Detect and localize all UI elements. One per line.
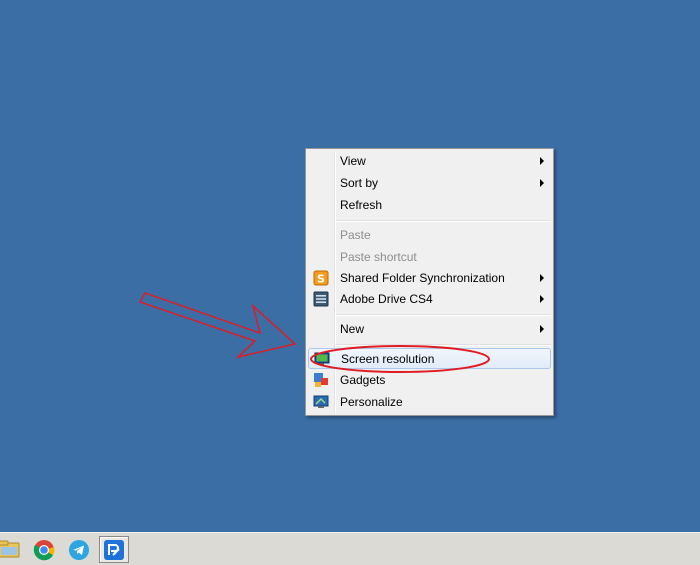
submenu-arrow-icon — [540, 295, 544, 303]
menu-item-paste[interactable]: Paste — [308, 225, 551, 246]
menu-item-adobe-drive[interactable]: Adobe Drive CS4 — [308, 289, 551, 310]
menu-item-new[interactable]: New — [308, 319, 551, 340]
taskbar-chrome-button[interactable] — [29, 536, 59, 563]
taskbar-explorer-button[interactable] — [0, 536, 24, 563]
menu-item-label: Shared Folder Synchronization — [340, 271, 505, 285]
menu-item-personalize[interactable]: Personalize — [308, 392, 551, 413]
menu-item-sort-by[interactable]: Sort by — [308, 173, 551, 194]
desktop-context-menu: View Sort by Refresh Paste Paste shortcu… — [305, 148, 554, 416]
menu-item-label: View — [340, 154, 366, 168]
menu-item-view[interactable]: View — [308, 151, 551, 172]
pinned-app-icon — [104, 540, 124, 560]
menu-item-gadgets[interactable]: Gadgets — [308, 370, 551, 391]
menu-separator — [336, 344, 551, 346]
screen-resolution-icon — [314, 352, 330, 365]
gadgets-icon — [314, 373, 328, 387]
file-explorer-icon — [0, 540, 20, 558]
adobe-drive-icon — [313, 291, 329, 307]
menu-item-label: Paste — [340, 228, 371, 242]
menu-separator — [336, 220, 551, 222]
menu-item-label: Paste shortcut — [340, 250, 417, 264]
taskbar-telegram-button[interactable] — [64, 536, 94, 563]
submenu-arrow-icon — [540, 325, 544, 333]
menu-item-label: Sort by — [340, 176, 379, 190]
menu-item-label: Screen resolution — [341, 352, 435, 366]
menu-item-shared-folder-sync[interactable]: S Shared Folder Synchronization — [308, 268, 551, 289]
menu-item-paste-shortcut[interactable]: Paste shortcut — [308, 247, 551, 268]
shared-folder-sync-icon: S — [313, 270, 329, 286]
taskbar — [0, 532, 700, 565]
telegram-icon — [69, 540, 89, 560]
menu-item-label: Personalize — [340, 395, 403, 409]
menu-item-label: Adobe Drive CS4 — [340, 292, 433, 306]
menu-item-screen-resolution[interactable]: Screen resolution — [308, 348, 551, 369]
taskbar-pinned-app-button[interactable] — [99, 536, 129, 563]
submenu-arrow-icon — [540, 179, 544, 187]
submenu-arrow-icon — [540, 157, 544, 165]
shared-folder-sync-glyph: S — [317, 273, 325, 286]
menu-item-label: New — [340, 322, 365, 336]
menu-item-label: Gadgets — [340, 373, 386, 387]
submenu-arrow-icon — [540, 274, 544, 282]
chrome-icon — [33, 540, 55, 561]
menu-item-label: Refresh — [340, 198, 383, 212]
personalize-icon — [313, 395, 329, 408]
menu-separator — [336, 314, 551, 316]
menu-item-refresh[interactable]: Refresh — [308, 195, 551, 216]
